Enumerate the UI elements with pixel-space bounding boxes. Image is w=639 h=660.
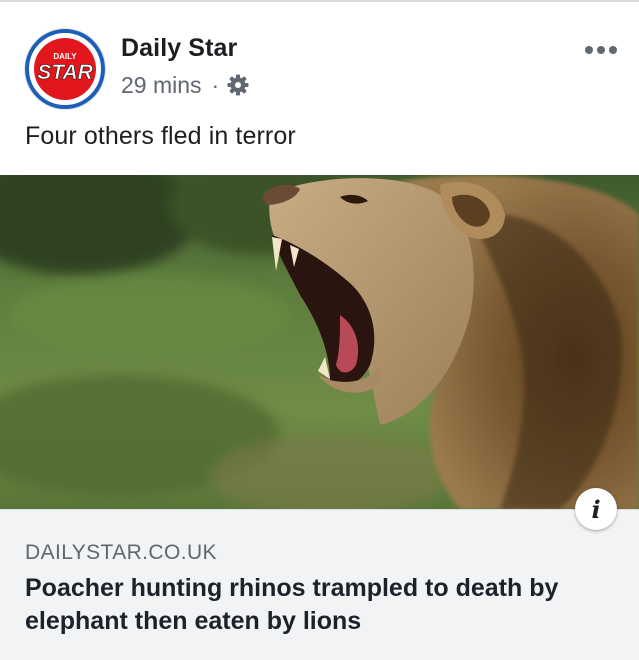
meta-separator: ·: [211, 71, 220, 98]
logo-daily-text: DAILY: [53, 52, 77, 61]
more-dot: [597, 46, 605, 54]
link-title[interactable]: Poacher hunting rhinos trampled to death…: [25, 572, 625, 638]
more-dot: [609, 46, 617, 54]
avatar[interactable]: DAILY STAR: [24, 28, 106, 110]
link-preview-caption[interactable]: DAILYSTAR.CO.UK Poacher hunting rhinos t…: [0, 509, 639, 660]
roaring-lion-photo: [0, 175, 639, 509]
page-name[interactable]: Daily Star: [121, 34, 237, 63]
post-meta: 29 mins ·: [121, 70, 249, 100]
daily-star-logo: DAILY STAR: [25, 29, 105, 109]
link-preview-image[interactable]: [0, 175, 639, 509]
post-timestamp[interactable]: 29 mins: [121, 72, 202, 99]
logo-star-text: STAR: [37, 61, 93, 84]
link-domain: DAILYSTAR.CO.UK: [25, 541, 217, 564]
more-dot: [585, 46, 593, 54]
gear-icon[interactable]: [227, 74, 249, 96]
info-icon[interactable]: i: [575, 488, 617, 530]
more-options-button[interactable]: [581, 38, 621, 62]
post-header: DAILY STAR Daily Star 29 mins ·: [0, 2, 639, 112]
post-text: Four others fled in terror: [25, 122, 296, 150]
